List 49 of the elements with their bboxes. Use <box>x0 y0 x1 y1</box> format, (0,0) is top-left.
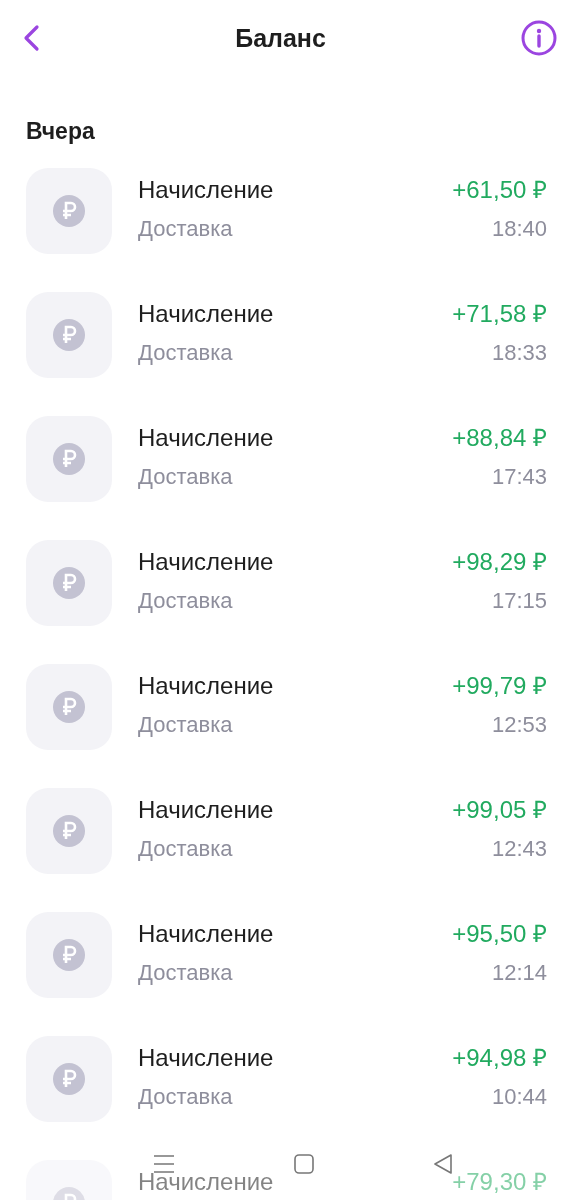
back-triangle-icon[interactable] <box>433 1154 454 1174</box>
transaction-amount: +99,79 ₽ <box>452 672 547 700</box>
transaction-time: 10:44 <box>491 1084 547 1110</box>
transaction-category: Доставка <box>138 960 234 986</box>
ruble-coin-icon <box>26 788 112 874</box>
transaction-category: Доставка <box>138 216 234 242</box>
transaction-title: Начисление <box>138 176 275 204</box>
transaction-category: Доставка <box>138 588 234 614</box>
transaction-title: Начисление <box>138 796 275 824</box>
transaction-amount: +99,05 ₽ <box>452 796 547 824</box>
ruble-coin-icon <box>26 1036 112 1122</box>
ruble-coin-icon <box>26 912 112 998</box>
transaction-category: Доставка <box>138 1084 234 1110</box>
transaction-title: Начисление <box>138 1044 275 1072</box>
ruble-coin-icon <box>26 292 112 378</box>
transaction-amount: +98,29 ₽ <box>452 548 547 576</box>
ruble-coin-icon <box>26 664 112 750</box>
transaction-title: Начисление <box>138 424 275 452</box>
info-icon[interactable] <box>521 20 557 56</box>
transaction-amount: +88,84 ₽ <box>452 424 547 452</box>
home-icon[interactable] <box>294 1154 314 1174</box>
transaction-category: Доставка <box>138 836 234 862</box>
transaction-time: 12:53 <box>491 712 547 738</box>
ruble-coin-icon <box>26 540 112 626</box>
screen-title: Баланс <box>235 23 326 53</box>
transaction-time: 17:15 <box>491 588 547 614</box>
transaction-time: 12:14 <box>491 960 547 986</box>
transaction-time: 12:43 <box>491 836 547 862</box>
transaction-category: Доставка <box>138 712 234 738</box>
ruble-coin-icon <box>26 168 112 254</box>
transaction-title: Начисление <box>138 672 275 700</box>
transaction-amount: +61,50 ₽ <box>452 176 547 204</box>
transaction-title: Начисление <box>138 548 275 576</box>
transaction-title: Начисление <box>138 300 275 328</box>
transaction-time: 18:40 <box>491 216 547 242</box>
back-icon[interactable] <box>22 24 40 52</box>
transaction-title: Начисление <box>138 920 275 948</box>
transaction-amount: +94,98 ₽ <box>452 1044 547 1072</box>
transaction-category: Доставка <box>138 464 234 490</box>
transaction-amount: +95,50 ₽ <box>452 920 547 948</box>
transaction-category: Доставка <box>138 340 234 366</box>
transaction-amount: +79,30 ₽ <box>452 1168 547 1196</box>
ruble-coin-icon <box>26 416 112 502</box>
transaction-time: 18:33 <box>491 340 547 366</box>
menu-icon[interactable] <box>152 1154 175 1174</box>
section-heading: Вчера <box>26 117 95 146</box>
transaction-time: 17:43 <box>491 464 547 490</box>
transaction-title: Начисление <box>138 1168 275 1196</box>
transaction-amount: +71,58 ₽ <box>452 300 547 328</box>
